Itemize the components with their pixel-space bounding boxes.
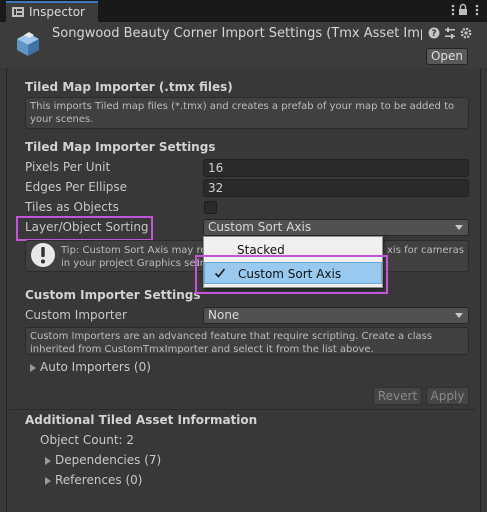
settings-gear-icon[interactable] bbox=[460, 27, 472, 39]
foldout-arrow-icon[interactable] bbox=[45, 457, 51, 465]
revert-button[interactable]: Revert bbox=[373, 387, 422, 405]
custom-importer-label: Custom Importer bbox=[25, 308, 127, 322]
importer-settings-heading: Tiled Map Importer Settings bbox=[25, 140, 216, 154]
references-foldout[interactable]: References (0) bbox=[55, 473, 143, 487]
more-options-icon[interactable] bbox=[470, 3, 484, 17]
layer-sorting-value: Custom Sort Axis bbox=[208, 220, 312, 234]
dependencies-foldout[interactable]: Dependencies (7) bbox=[55, 453, 161, 467]
custom-importer-value: None bbox=[208, 308, 240, 322]
tab-label: Inspector bbox=[29, 5, 85, 19]
custom-importer-description: Custom Importers are an advanced feature… bbox=[25, 327, 469, 355]
preset-icon[interactable] bbox=[444, 27, 456, 39]
pixels-per-unit-field[interactable]: 16 bbox=[203, 159, 469, 177]
foldout-arrow-icon[interactable] bbox=[30, 364, 36, 372]
tip-text-line2: in your project Graphics set bbox=[61, 258, 200, 269]
help-icon[interactable]: ? bbox=[428, 27, 440, 39]
additional-info-heading: Additional Tiled Asset Information bbox=[25, 413, 258, 427]
section-divider bbox=[10, 409, 475, 410]
edges-per-ellipse-label: Edges Per Ellipse bbox=[25, 180, 128, 194]
asset-cube-icon bbox=[17, 32, 39, 56]
tiles-as-objects-checkbox[interactable] bbox=[204, 201, 217, 214]
tip-text-line1: Tip: Custom Sort Axis may req bbox=[61, 245, 213, 256]
custom-importer-heading: Custom Importer Settings bbox=[25, 288, 201, 302]
pixels-per-unit-label: Pixels Per Unit bbox=[25, 160, 111, 174]
apply-button[interactable]: Apply bbox=[426, 387, 469, 405]
auto-importers-foldout[interactable]: Auto Importers (0) bbox=[40, 360, 151, 374]
chevron-down-icon bbox=[455, 313, 463, 318]
layer-sorting-dropdown[interactable]: Custom Sort Axis bbox=[203, 219, 469, 236]
foldout-arrow-icon[interactable] bbox=[45, 477, 51, 485]
lock-icon[interactable] bbox=[456, 3, 470, 17]
edges-per-ellipse-field[interactable]: 32 bbox=[203, 179, 469, 197]
importer-description: This imports Tiled map files (*.tmx) and… bbox=[25, 97, 469, 129]
tab-inspector[interactable]: Inspector bbox=[6, 1, 98, 22]
object-count: Object Count: 2 bbox=[40, 433, 135, 447]
layer-object-sorting-label: Layer/Object Sorting bbox=[25, 220, 149, 234]
chevron-down-icon bbox=[455, 225, 463, 230]
asset-title: Songwood Beauty Corner Import Settings (… bbox=[52, 26, 422, 41]
highlight-selected-option bbox=[195, 255, 388, 294]
tiles-as-objects-label: Tiles as Objects bbox=[25, 200, 119, 214]
tip-text-line1-right: xis for cameras bbox=[387, 245, 464, 256]
custom-importer-dropdown[interactable]: None bbox=[203, 307, 469, 324]
tiled-map-importer-heading: Tiled Map Importer (.tmx files) bbox=[25, 80, 233, 94]
svg-text:?: ? bbox=[431, 29, 436, 39]
info-circle-icon bbox=[31, 243, 55, 267]
info-icon bbox=[12, 7, 24, 17]
open-button[interactable]: Open bbox=[426, 48, 468, 65]
